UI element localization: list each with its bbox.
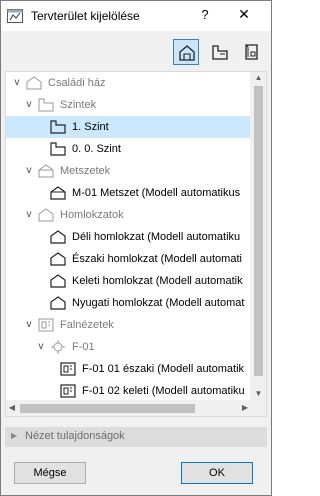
- section-icon: [50, 186, 66, 200]
- help-button[interactable]: ?: [197, 7, 213, 25]
- layout-book-icon: [245, 44, 258, 60]
- horizontal-scroll-thumb[interactable]: [20, 404, 195, 413]
- elevation-icon: [50, 274, 66, 288]
- tree-item-label: Homlokzatok: [60, 209, 124, 221]
- project-map-icon: [179, 45, 195, 61]
- tree-item-label: F-01: [72, 341, 95, 353]
- tree-item-elevation-east[interactable]: Keleti homlokzat (Modell automatik: [6, 270, 250, 292]
- tree-item-label: 1. Szint: [72, 121, 109, 133]
- map-toolbar: [1, 31, 271, 71]
- tree-item-elevation-south[interactable]: Déli homlokzat (Modell automatiku: [6, 226, 250, 248]
- tree-item-label: F-01 02 keleti (Modell automatiku: [82, 385, 245, 397]
- interior-elevation-icon: [60, 362, 76, 376]
- tree-item-label: Északi homlokzat (Modell automati: [72, 253, 242, 265]
- tree-item-project[interactable]: v Családi ház: [6, 72, 250, 94]
- close-button[interactable]: ✕: [233, 6, 255, 26]
- vertical-scroll-thumb[interactable]: [254, 86, 263, 376]
- tree-item-interior-elevation-north[interactable]: F-01 01 északi (Modell automatik: [6, 358, 250, 380]
- interior-elevation-folder-icon: [38, 318, 54, 332]
- chevron-down-icon[interactable]: v: [36, 336, 46, 358]
- story-icon: [50, 120, 66, 134]
- view-map-button[interactable]: [207, 39, 233, 65]
- tree-item-label: Falnézetek: [60, 319, 114, 331]
- tree-item-label: Metszetek: [60, 165, 111, 177]
- stories-icon: [38, 98, 54, 112]
- house-icon: [26, 76, 42, 90]
- tree-item-label: 0. 0. Szint: [72, 143, 121, 155]
- marker-icon: [51, 340, 65, 354]
- project-map-button[interactable]: [173, 39, 199, 65]
- chevron-down-icon[interactable]: v: [24, 160, 34, 182]
- story-icon: [50, 142, 66, 156]
- scroll-left-icon[interactable]: ◀: [6, 402, 18, 414]
- dialog-window: Tervterület kijelölése ? ✕ v Családi ház…: [0, 0, 272, 496]
- tree-item-label: Nyugati homlokzat (Modell automat: [72, 297, 245, 309]
- tree-item-marker-f01[interactable]: v F-01: [6, 336, 250, 358]
- tree-item-section-m01[interactable]: M-01 Metszet (Modell automatikus: [6, 182, 250, 204]
- tree-item-label: Keleti homlokzat (Modell automatik: [72, 275, 243, 287]
- elevation-icon: [50, 296, 66, 310]
- tree-item-elevations-folder[interactable]: v Homlokzatok: [6, 204, 250, 226]
- interior-elevation-icon: [60, 384, 76, 398]
- chevron-down-icon[interactable]: v: [12, 72, 22, 94]
- tree-item-sections-folder[interactable]: v Metszetek: [6, 160, 250, 182]
- tree-item-story-1[interactable]: 1. Szint: [6, 116, 250, 138]
- chevron-down-icon[interactable]: v: [24, 314, 34, 336]
- tree-item-elevation-north[interactable]: Északi homlokzat (Modell automati: [6, 248, 250, 270]
- tree-item-label: Szintek: [60, 99, 97, 111]
- chevron-down-icon[interactable]: v: [24, 94, 34, 116]
- chevron-down-icon[interactable]: v: [24, 204, 34, 226]
- vertical-scrollbar[interactable]: ▲ ▼: [250, 72, 266, 400]
- window-title: Tervterület kijelölése: [31, 9, 140, 23]
- view-properties-label: Nézet tulajdonságok: [25, 430, 125, 442]
- scroll-up-icon[interactable]: ▲: [250, 72, 266, 84]
- horizontal-scrollbar[interactable]: ◀ ▶: [6, 400, 266, 416]
- tree-item-label: M-01 Metszet (Modell automatikus: [72, 187, 241, 199]
- scroll-down-icon[interactable]: ▼: [250, 388, 266, 400]
- app-icon: [7, 9, 23, 23]
- title-bar: Tervterület kijelölése ? ✕: [1, 1, 271, 31]
- section-folder-icon: [38, 164, 54, 178]
- tree-item-elevation-west[interactable]: Nyugati homlokzat (Modell automat: [6, 292, 250, 314]
- elevation-icon: [50, 252, 66, 266]
- tree-item-label: Déli homlokzat (Modell automatiku: [72, 231, 241, 243]
- view-tree[interactable]: v Családi ház v Szintek 1. Szint 0. 0. S…: [5, 71, 267, 417]
- view-properties-panel[interactable]: ▶ Nézet tulajdonságok: [5, 427, 267, 447]
- tree-item-label: F-01 01 északi (Modell automatik: [82, 363, 245, 375]
- scroll-right-icon[interactable]: ▶: [239, 402, 251, 414]
- tree-item-interior-elevations-folder[interactable]: v Falnézetek: [6, 314, 250, 336]
- elevation-folder-icon: [38, 208, 54, 222]
- ok-button[interactable]: OK: [181, 462, 253, 484]
- expand-arrow-icon[interactable]: ▶: [11, 431, 17, 440]
- tree-item-interior-elevation-east[interactable]: F-01 02 keleti (Modell automatiku: [6, 380, 250, 402]
- tree-item-story-0[interactable]: 0. 0. Szint: [6, 138, 250, 160]
- elevation-icon: [50, 230, 66, 244]
- layout-book-button[interactable]: [239, 39, 265, 65]
- cancel-button[interactable]: Mégse: [14, 462, 86, 484]
- tree-item-label: Családi ház: [48, 77, 106, 89]
- tree-item-stories-folder[interactable]: v Szintek: [6, 94, 250, 116]
- view-map-icon: [212, 45, 228, 60]
